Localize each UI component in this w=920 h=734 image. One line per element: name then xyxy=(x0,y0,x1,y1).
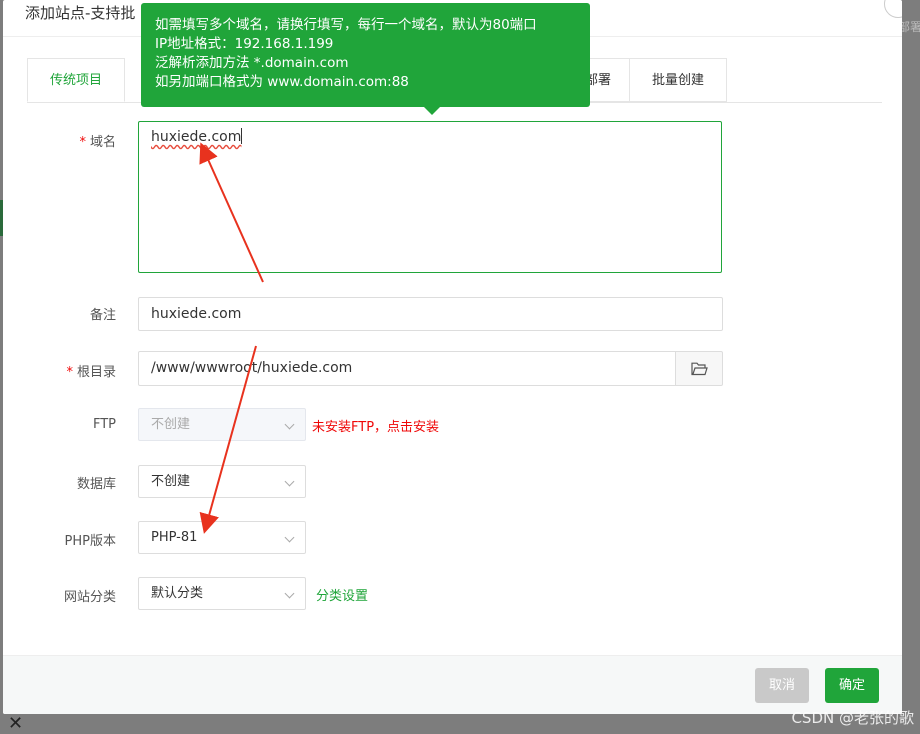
annotation-arrows xyxy=(199,142,264,534)
annotation-arrow-up xyxy=(199,142,264,283)
watermark: CSDN @老张的歌 xyxy=(791,709,914,727)
annotation-arrow-down xyxy=(199,345,257,534)
